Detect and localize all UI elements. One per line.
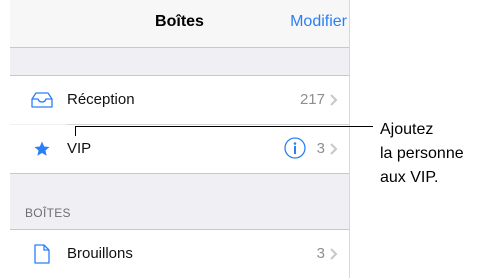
mailbox-row-drafts[interactable]: Brouillons 3 — [10, 230, 349, 278]
group-bottom-border — [10, 173, 349, 174]
mailbox-row-inbox[interactable]: Réception 217 — [10, 76, 349, 124]
callout-line: aux VIP. — [380, 169, 439, 186]
chevron-right-icon — [330, 94, 338, 106]
chevron-right-icon — [330, 143, 338, 155]
mailbox-label: Brouillons — [67, 245, 133, 262]
callout-line: Ajoutez — [380, 121, 434, 138]
mailbox-row-vip[interactable]: VIP 3 — [10, 125, 349, 173]
section-header: BOÎTES — [25, 206, 71, 220]
inbox-tray-icon — [30, 89, 54, 111]
navigation-bar: Boîtes Modifier — [10, 0, 349, 48]
callout-text: Ajoutez la personne aux VIP. — [380, 118, 488, 190]
chevron-right-icon — [330, 248, 338, 260]
callout-leader-line — [75, 126, 373, 127]
callout-pointer — [75, 126, 76, 136]
unread-count: 3 — [316, 140, 325, 157]
mail-mailboxes-screen: Boîtes Modifier Réception 217 VIP 3 BOÎT… — [10, 0, 350, 278]
star-icon — [30, 138, 54, 160]
unread-count: 217 — [299, 91, 325, 108]
item-count: 3 — [316, 245, 325, 262]
info-icon[interactable] — [284, 137, 306, 159]
mailbox-label: Réception — [67, 91, 135, 108]
callout-line: la personne — [380, 145, 464, 162]
mailbox-label: VIP — [67, 140, 92, 157]
document-icon — [30, 243, 54, 265]
edit-button[interactable]: Modifier — [290, 13, 347, 31]
